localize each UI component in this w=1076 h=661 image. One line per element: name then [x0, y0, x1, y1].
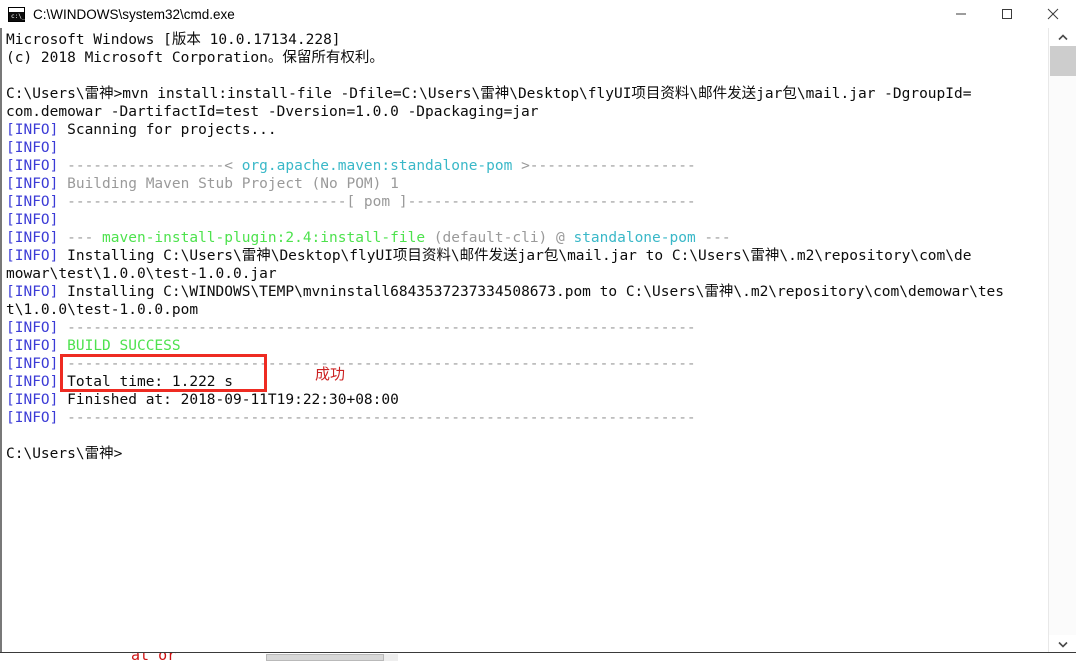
window-title: C:\WINDOWS\system32\cmd.exe	[33, 6, 235, 22]
console-text: (default-cli) @	[425, 230, 574, 246]
console-text: maven-install-plugin:2.4:install-file	[102, 230, 426, 246]
scroll-down-arrow[interactable]	[1049, 635, 1076, 652]
console-text: Installing C:\Users\雷神\Desktop\flyUI项目资料…	[58, 248, 972, 264]
console-line: Microsoft Windows [版本 10.0.17134.228]	[6, 31, 1050, 49]
console-text: Building Maven Stub Project (No POM) 1	[58, 176, 399, 192]
console-text: [INFO]	[6, 122, 59, 138]
background-window-sliver: at or	[0, 653, 1076, 661]
console-text: [INFO]	[6, 392, 59, 408]
console-line: [INFO] ---------------------------------…	[6, 319, 1050, 337]
console-text: [INFO]	[6, 212, 59, 228]
console-line: [INFO] --- maven-install-plugin:2.4:inst…	[6, 229, 1050, 247]
console-line: [INFO] Scanning for projects...	[6, 121, 1050, 139]
console-text: >-------------------	[512, 158, 696, 174]
console-line: mowar\test\1.0.0\test-1.0.0.jar	[6, 265, 1050, 283]
console-line: [INFO]	[6, 211, 1050, 229]
console-text: mowar\test\1.0.0\test-1.0.0.jar	[6, 266, 277, 282]
console-text: com.demowar -DartifactId=test -Dversion=…	[6, 104, 539, 120]
console-line: [INFO] Building Maven Stub Project (No P…	[6, 175, 1050, 193]
console-text: [INFO]	[6, 374, 59, 390]
console-line: [INFO] --------------------------------[…	[6, 193, 1050, 211]
console-line: [INFO] BUILD SUCCESS	[6, 337, 1050, 355]
title-bar[interactable]: c:\_ C:\WINDOWS\system32\cmd.exe	[0, 0, 1076, 28]
console-text: [INFO]	[6, 356, 59, 372]
console-line: t\1.0.0\test-1.0.0.pom	[6, 301, 1050, 319]
console-text: Microsoft Windows [版本 10.0.17134.228]	[6, 32, 341, 48]
console-text: C:\Users\雷神>	[6, 446, 123, 462]
console-line: C:\Users\雷神>mvn install:install-file -Df…	[6, 85, 1050, 103]
console-line: (c) 2018 Microsoft Corporation。保留所有权利。	[6, 49, 1050, 67]
console-line: [INFO] Installing C:\Users\雷神\Desktop\fl…	[6, 247, 1050, 265]
scroll-up-arrow[interactable]	[1049, 28, 1076, 46]
console-text: [INFO]	[6, 194, 59, 210]
scroll-thumb[interactable]	[1050, 46, 1076, 76]
console-text: (c) 2018 Microsoft Corporation。保留所有权利。	[6, 50, 384, 66]
console-text: [INFO]	[6, 320, 59, 336]
background-partial-text: at or	[131, 653, 176, 661]
cmd-icon: c:\_	[8, 6, 25, 22]
console-text: [INFO]	[6, 410, 59, 426]
console-text: ---	[695, 230, 731, 246]
console-line: C:\Users\雷神>	[6, 445, 1050, 463]
console-text: --------------------------------[ pom ]-…	[58, 194, 696, 210]
console-line: [INFO] ---------------------------------…	[6, 355, 1050, 373]
console-text: Scanning for projects...	[58, 122, 277, 138]
console-text: [INFO]	[6, 176, 59, 192]
console-line: [INFO] Installing C:\WINDOWS\TEMP\mvnins…	[6, 283, 1050, 301]
window-controls	[938, 0, 1076, 28]
console-text: ----------------------------------------…	[58, 320, 696, 336]
console-line: [INFO] ------------------< org.apache.ma…	[6, 157, 1050, 175]
title-bar-left: c:\_ C:\WINDOWS\system32\cmd.exe	[0, 6, 938, 22]
vertical-scrollbar[interactable]	[1048, 28, 1076, 652]
console-text: [INFO]	[6, 284, 59, 300]
console-line: com.demowar -DartifactId=test -Dversion=…	[6, 103, 1050, 121]
console-text: org.apache.maven:standalone-pom	[241, 158, 513, 174]
console-text: BUILD SUCCESS	[67, 338, 181, 354]
console-line: [INFO] ---------------------------------…	[6, 409, 1050, 427]
annotation-note: 成功	[315, 365, 346, 383]
console-text: [INFO]	[6, 140, 59, 156]
cmd-window: c:\_ C:\WINDOWS\system32\cmd.exe Microso…	[0, 0, 1076, 653]
console-text: [INFO]	[6, 338, 59, 354]
console-line: [INFO] Total time: 1.222 s	[6, 373, 1050, 391]
console-client-area: Microsoft Windows [版本 10.0.17134.228] (c)…	[0, 28, 1076, 652]
console-text: ----------------------------------------…	[58, 356, 696, 372]
background-scrollbar	[266, 654, 384, 661]
console-text: [INFO]	[6, 248, 59, 264]
console-text: [INFO]	[6, 230, 59, 246]
console-text: Finished at: 2018-09-11T19:22:30+08:00	[58, 392, 399, 408]
console-text: ------------------<	[58, 158, 242, 174]
console-text: [INFO]	[6, 158, 59, 174]
console-text: Total time: 1.222 s	[58, 374, 233, 390]
maximize-button[interactable]	[984, 0, 1030, 28]
close-button[interactable]	[1030, 0, 1076, 28]
console-text: ---	[58, 230, 103, 246]
minimize-button[interactable]	[938, 0, 984, 28]
console-text: ----------------------------------------…	[58, 410, 696, 426]
console-text: Installing C:\WINDOWS\TEMP\mvninstall684…	[58, 284, 1005, 300]
console-output[interactable]: Microsoft Windows [版本 10.0.17134.228] (c)…	[2, 28, 1050, 652]
scrollbar-track[interactable]	[1049, 46, 1076, 635]
console-text: t\1.0.0\test-1.0.0.pom	[6, 302, 199, 318]
console-line: [INFO]	[6, 139, 1050, 157]
console-text: C:\Users\雷神>mvn install:install-file -Df…	[6, 86, 972, 102]
background-scrollbar-end	[384, 654, 398, 661]
console-text: standalone-pom	[573, 230, 696, 246]
console-line: [INFO] Finished at: 2018-09-11T19:22:30+…	[6, 391, 1050, 409]
